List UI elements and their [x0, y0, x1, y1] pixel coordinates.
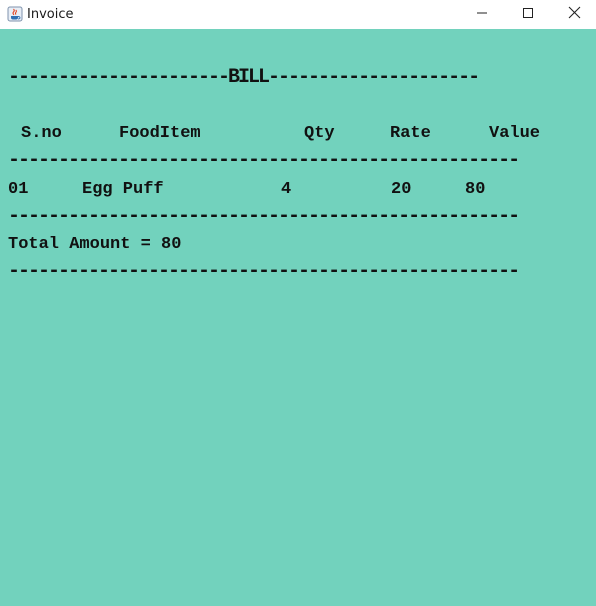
bill-panel: ----------------------BILL--------------… [0, 29, 596, 606]
invoice-window: Invoice ----------------------BILL------… [0, 0, 596, 606]
java-coffee-cup-icon [7, 6, 23, 22]
row-fooditem: Egg Puff [82, 180, 164, 199]
column-header-fooditem: FoodItem [119, 124, 201, 143]
row-value: 80 [465, 180, 486, 199]
column-header-rate: Rate [390, 124, 431, 143]
title-bar[interactable]: Invoice [0, 0, 596, 29]
separator-line: ----------------------------------------… [8, 260, 520, 283]
column-header-sno: S.no [21, 124, 62, 143]
column-header-qty: Qty [304, 124, 335, 143]
maximize-button[interactable] [505, 0, 551, 29]
minimize-icon [476, 6, 488, 24]
close-icon [568, 6, 581, 24]
row-sno: 01 [8, 180, 29, 199]
bill-header-line: ----------------------BILL--------------… [8, 66, 480, 89]
minimize-button[interactable] [459, 0, 505, 29]
close-button[interactable] [551, 0, 596, 29]
window-title: Invoice [27, 7, 74, 22]
separator-line: ----------------------------------------… [8, 149, 520, 172]
column-header-value: Value [489, 124, 541, 143]
row-qty: 4 [281, 180, 292, 199]
separator-line: ----------------------------------------… [8, 205, 520, 228]
total-amount: Total Amount = 80 [8, 235, 182, 254]
row-rate: 20 [391, 180, 412, 199]
maximize-icon [522, 6, 534, 24]
